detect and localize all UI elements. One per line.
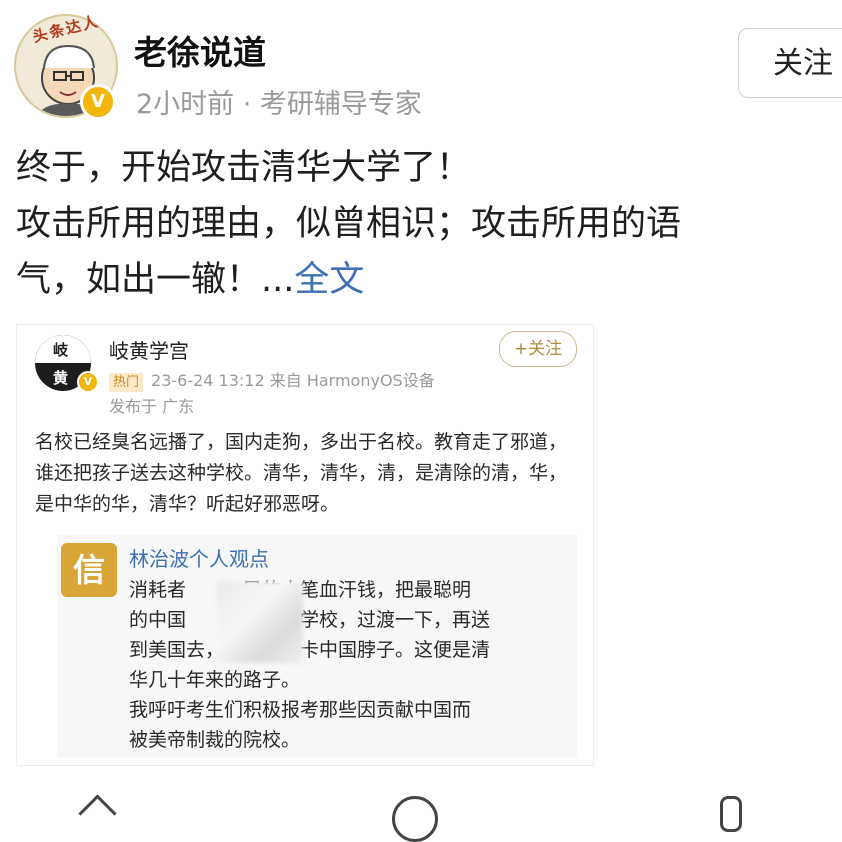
- quote-line: 华几十年来的路子。: [129, 669, 301, 691]
- embed-meta: 热门 23-6-24 13:12 来自 HarmonyOS设备: [109, 367, 435, 392]
- quote-line: 我呼吁考生们积极报考那些因贡献中国而: [129, 699, 472, 721]
- full-text-link[interactable]: 全文: [294, 260, 364, 300]
- quote-line: 的中国 到自己学校，过渡一下，再送: [129, 609, 491, 631]
- embedded-post-image[interactable]: 岐 黄 V 岐黄学宫 +关注 热门 23-6-24 13:12 来自 Harmon…: [16, 324, 594, 766]
- quote-line: 到美国去，带着美国卡中国脖子。这便是清: [129, 639, 491, 661]
- verified-badge-icon: V: [80, 84, 116, 120]
- embed-avatar-char-top: 岐: [53, 341, 69, 359]
- blurred-redaction: [217, 581, 303, 663]
- embed-follow-button: +关注: [499, 331, 577, 367]
- share-icon[interactable]: [78, 794, 117, 833]
- follow-button[interactable]: 关注: [738, 28, 842, 98]
- post-line: 终于，开始攻击清华大学了！: [16, 148, 472, 188]
- author-name[interactable]: 老徐说道: [134, 26, 266, 74]
- quote-title: 林治波个人观点: [129, 547, 269, 571]
- embed-body-text: 名校已经臭名远播了，国内走狗，多出于名校。教育走了邪道，谁还把孩子送去这种学校。…: [35, 431, 568, 515]
- post-line-text: 气，如出一辙！...: [16, 260, 295, 300]
- post-line: 攻击所用的理由，似曾相识；攻击所用的语: [16, 204, 682, 244]
- embed-avatar-char-bottom: 黄: [53, 369, 69, 387]
- quote-line: 消耗者 民的大笔血汗钱，把最聪明: [129, 579, 472, 601]
- hot-tag: 热门: [109, 373, 144, 392]
- quote-line: 被美帝制裁的院校。: [129, 729, 301, 751]
- like-icon[interactable]: [720, 796, 742, 832]
- post-text: 终于，开始攻击清华大学了！ 攻击所用的理由，似曾相识；攻击所用的语 气，如出一辙…: [16, 140, 831, 308]
- embed-author-name: 岐黄学宫: [109, 339, 189, 363]
- comment-icon[interactable]: [392, 796, 438, 842]
- quote-source-icon: 信: [61, 543, 117, 597]
- quote-text: 消耗者 民的大笔血汗钱，把最聪明 的中国 到自己学校，过渡一下，再送 到美国去，…: [129, 575, 569, 755]
- post-meta: 2小时前 · 考研辅导专家: [136, 89, 422, 120]
- embed-verified-icon: V: [77, 371, 99, 393]
- embed-location: 发布于 广东: [109, 397, 195, 416]
- embed-timestamp: 23-6-24 13:12 来自 HarmonyOS设备: [151, 371, 435, 390]
- post-line: 气，如出一辙！...全文: [16, 252, 831, 308]
